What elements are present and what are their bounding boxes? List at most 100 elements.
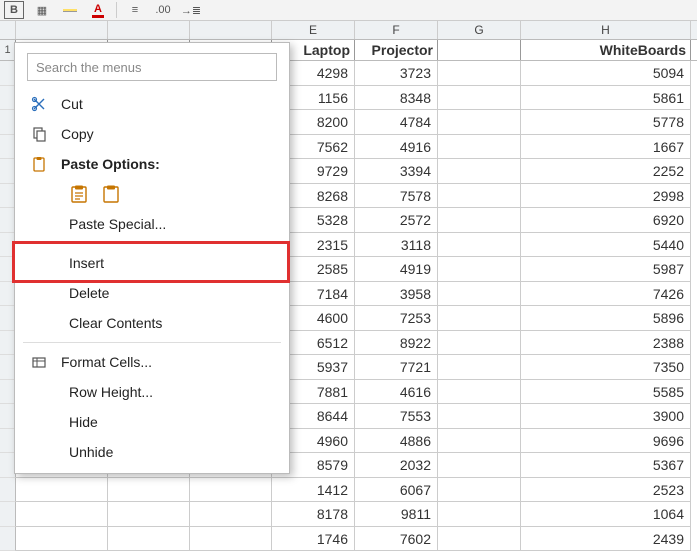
cell-projector[interactable]: 2032 <box>355 453 438 478</box>
cell-projector[interactable]: 9811 <box>355 502 438 527</box>
col-letter-G[interactable]: G <box>438 21 521 39</box>
cell-g[interactable] <box>438 380 521 405</box>
col-letter-H[interactable]: H <box>521 21 691 39</box>
cell-whiteboards[interactable]: 2252 <box>521 159 691 184</box>
cell-g[interactable] <box>438 502 521 527</box>
fill-color-button[interactable] <box>60 1 80 19</box>
cell-printer[interactable] <box>108 527 190 551</box>
cell-whiteboards[interactable]: 3900 <box>521 404 691 429</box>
menu-unhide[interactable]: Unhide <box>15 437 289 467</box>
cell-g[interactable] <box>438 331 521 356</box>
cell-g[interactable] <box>438 110 521 135</box>
menu-clear-contents[interactable]: Clear Contents <box>15 308 289 338</box>
header-g[interactable] <box>438 40 521 60</box>
cell-g[interactable] <box>438 453 521 478</box>
row-number[interactable] <box>0 502 16 527</box>
cell-g[interactable] <box>438 306 521 331</box>
cell-whiteboards[interactable]: 5367 <box>521 453 691 478</box>
cell-projector[interactable]: 7602 <box>355 527 438 551</box>
cell-store[interactable] <box>16 478 108 503</box>
cell-whiteboards[interactable]: 5778 <box>521 110 691 135</box>
cell-projector[interactable]: 3958 <box>355 282 438 307</box>
cell-projector[interactable]: 8922 <box>355 331 438 356</box>
cell-g[interactable] <box>438 257 521 282</box>
cell-whiteboards[interactable]: 1667 <box>521 135 691 160</box>
cell-projector[interactable]: 6067 <box>355 478 438 503</box>
cell-whiteboards[interactable]: 2998 <box>521 184 691 209</box>
cell-projector[interactable]: 7721 <box>355 355 438 380</box>
cell-whiteboards[interactable]: 7426 <box>521 282 691 307</box>
cell-whiteboards[interactable]: 5440 <box>521 233 691 258</box>
cell-g[interactable] <box>438 355 521 380</box>
cell-g[interactable] <box>438 86 521 111</box>
row-number[interactable] <box>0 527 16 551</box>
header-projector[interactable]: Projector <box>355 40 438 60</box>
cell-whiteboards[interactable]: 2439 <box>521 527 691 551</box>
align-button[interactable]: ≡ <box>125 1 145 19</box>
cell-g[interactable] <box>438 404 521 429</box>
cell-laptop[interactable]: 8178 <box>272 502 355 527</box>
menu-format-cells[interactable]: Format Cells... <box>15 347 289 377</box>
cell-g[interactable] <box>438 208 521 233</box>
cell-whiteboards[interactable]: 5896 <box>521 306 691 331</box>
cell-g[interactable] <box>438 282 521 307</box>
menu-row-height[interactable]: Row Height... <box>15 377 289 407</box>
cell-scanner[interactable] <box>190 527 272 551</box>
paste-option-1-icon[interactable] <box>69 184 89 204</box>
cell-g[interactable] <box>438 184 521 209</box>
bold-button[interactable]: B <box>4 1 24 19</box>
cell-projector[interactable]: 4916 <box>355 135 438 160</box>
cell-projector[interactable]: 8348 <box>355 86 438 111</box>
cell-whiteboards[interactable]: 1064 <box>521 502 691 527</box>
cell-whiteboards[interactable]: 9696 <box>521 429 691 454</box>
cell-whiteboards[interactable]: 6920 <box>521 208 691 233</box>
menu-hide[interactable]: Hide <box>15 407 289 437</box>
menu-cut[interactable]: Cut <box>15 89 289 119</box>
cell-projector[interactable]: 4886 <box>355 429 438 454</box>
menu-search-input[interactable]: Search the menus <box>27 53 277 81</box>
cell-whiteboards[interactable]: 5585 <box>521 380 691 405</box>
cell-printer[interactable] <box>108 502 190 527</box>
cell-whiteboards[interactable]: 2523 <box>521 478 691 503</box>
cell-projector[interactable]: 4784 <box>355 110 438 135</box>
cell-g[interactable] <box>438 478 521 503</box>
cell-projector[interactable]: 7578 <box>355 184 438 209</box>
cell-g[interactable] <box>438 527 521 551</box>
cell-whiteboards[interactable]: 5987 <box>521 257 691 282</box>
header-whiteboards[interactable]: WhiteBoards <box>521 40 691 60</box>
cell-projector[interactable]: 3118 <box>355 233 438 258</box>
cell-store[interactable] <box>16 502 108 527</box>
cell-projector[interactable]: 3394 <box>355 159 438 184</box>
cell-g[interactable] <box>438 159 521 184</box>
cell-printer[interactable] <box>108 478 190 503</box>
cell-whiteboards[interactable]: 5094 <box>521 61 691 86</box>
cell-laptop[interactable]: 1412 <box>272 478 355 503</box>
cell-g[interactable] <box>438 429 521 454</box>
col-letter-F[interactable]: F <box>355 21 438 39</box>
cell-store[interactable] <box>16 527 108 551</box>
cell-projector[interactable]: 4919 <box>355 257 438 282</box>
border-button[interactable]: ▦ <box>32 1 52 19</box>
cell-whiteboards[interactable]: 7350 <box>521 355 691 380</box>
decimal-button[interactable]: .00 <box>153 1 173 19</box>
cell-projector[interactable]: 7253 <box>355 306 438 331</box>
cell-projector[interactable]: 3723 <box>355 61 438 86</box>
cell-laptop[interactable]: 1746 <box>272 527 355 551</box>
paste-option-2-icon[interactable] <box>101 184 121 204</box>
cell-projector[interactable]: 2572 <box>355 208 438 233</box>
cell-g[interactable] <box>438 135 521 160</box>
cell-scanner[interactable] <box>190 478 272 503</box>
cell-projector[interactable]: 4616 <box>355 380 438 405</box>
col-letter-E[interactable]: E <box>272 21 355 39</box>
menu-copy[interactable]: Copy <box>15 119 289 149</box>
indent-button[interactable]: →≣ <box>181 1 201 19</box>
menu-insert[interactable]: Insert <box>15 248 289 278</box>
cell-g[interactable] <box>438 233 521 258</box>
cell-projector[interactable]: 7553 <box>355 404 438 429</box>
cell-g[interactable] <box>438 61 521 86</box>
row-number[interactable] <box>0 478 16 503</box>
menu-paste-special[interactable]: Paste Special... <box>15 209 289 239</box>
font-color-button[interactable]: A <box>88 1 108 19</box>
menu-delete[interactable]: Delete <box>15 278 289 308</box>
cell-whiteboards[interactable]: 5861 <box>521 86 691 111</box>
